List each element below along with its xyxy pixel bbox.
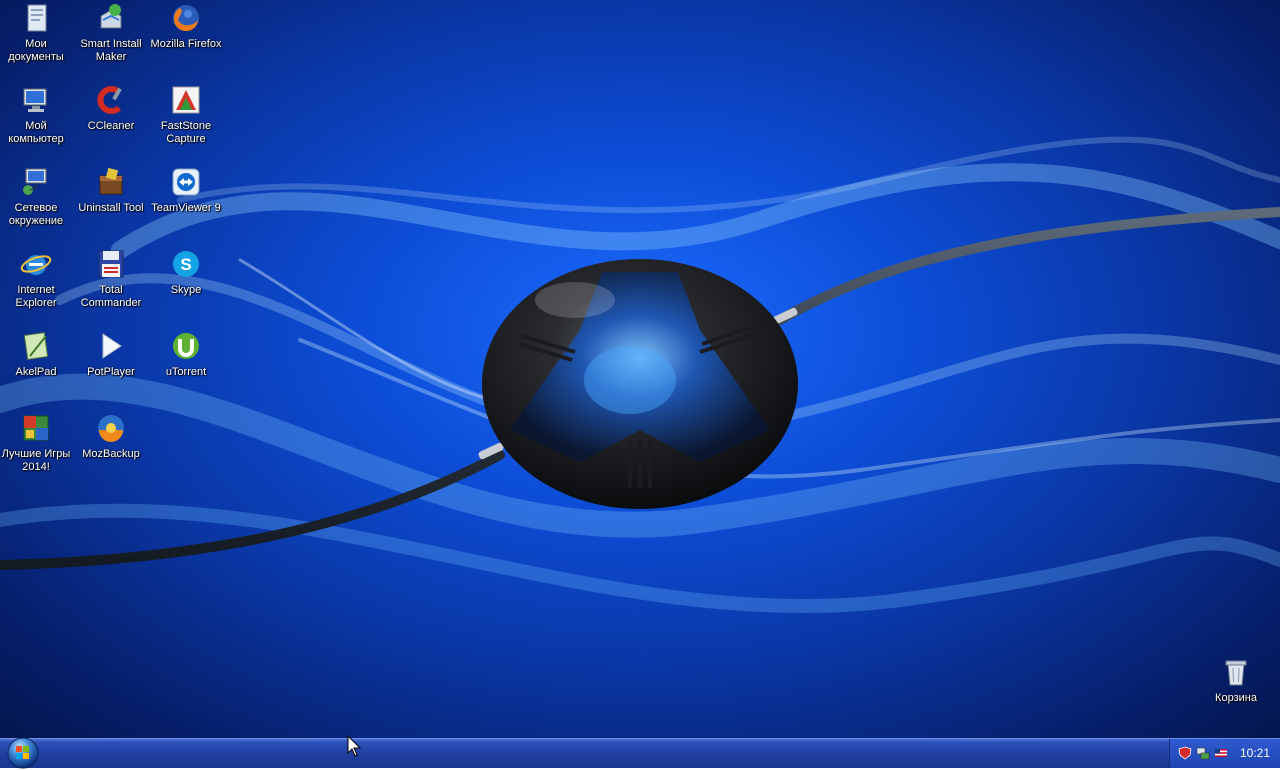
play-icon bbox=[102, 333, 122, 359]
flag-icon[interactable] bbox=[1214, 746, 1228, 760]
desktop-icon-ccleaner[interactable]: CCleaner bbox=[73, 84, 149, 133]
windows-orb-icon[interactable] bbox=[4, 736, 42, 770]
desktop-icon-network[interactable]: Сетевое окружение bbox=[0, 166, 74, 228]
faststone-icon bbox=[172, 86, 200, 114]
taskbar: 10:21 bbox=[0, 736, 1280, 770]
svg-text:S: S bbox=[180, 255, 191, 274]
teamviewer-icon bbox=[172, 168, 200, 196]
desktop-icon-my-documents[interactable]: Мои документы bbox=[0, 2, 74, 64]
games-icon bbox=[23, 415, 49, 441]
system-tray: 10:21 bbox=[1169, 739, 1280, 768]
desktop-icon-uninstall-tool[interactable]: Uninstall Tool bbox=[73, 166, 149, 215]
desktop-icon-faststone-capture[interactable]: FastStone Capture bbox=[148, 84, 224, 146]
desktop-icon-mozbackup[interactable]: MozBackup bbox=[73, 412, 149, 461]
desktop-icon-internet-explorer[interactable]: Internet Explorer bbox=[0, 248, 74, 310]
floppy-icon bbox=[98, 250, 124, 278]
skype-icon: S bbox=[173, 251, 199, 277]
desktop-icon-akelpad[interactable]: AkelPad bbox=[0, 330, 74, 379]
desktop-icon-best-games[interactable]: Лучшие Игры 2014! bbox=[0, 412, 74, 474]
mouse-cursor-icon bbox=[347, 735, 361, 757]
computer-icon bbox=[23, 88, 47, 112]
network-icon bbox=[23, 168, 47, 195]
shield-icon[interactable] bbox=[1178, 746, 1192, 760]
desktop[interactable]: Мои документы Smart Install Maker Mozill… bbox=[0, 0, 1280, 738]
desktop-icon-skype[interactable]: S Skype bbox=[148, 248, 224, 297]
network-tray-icon[interactable] bbox=[1196, 746, 1210, 760]
mozbackup-icon bbox=[98, 415, 124, 442]
ccleaner-icon bbox=[97, 86, 122, 114]
uninstall-icon bbox=[99, 167, 123, 195]
folder-documents-icon bbox=[27, 4, 47, 32]
desktop-icon-recycle-bin[interactable]: Корзина bbox=[1198, 656, 1274, 705]
recycle-bin-icon bbox=[1225, 660, 1247, 686]
clock[interactable]: 10:21 bbox=[1240, 746, 1270, 760]
notepad-icon bbox=[23, 332, 49, 360]
desktop-icon-potplayer[interactable]: PotPlayer bbox=[73, 330, 149, 379]
desktop-icon-smart-install-maker[interactable]: Smart Install Maker bbox=[73, 2, 149, 64]
desktop-icon-total-commander[interactable]: Total Commander bbox=[73, 248, 149, 310]
desktop-icon-mozilla-firefox[interactable]: Mozilla Firefox bbox=[148, 2, 224, 51]
ie-icon bbox=[20, 255, 52, 275]
desktop-icon-teamviewer[interactable]: TeamViewer 9 bbox=[148, 166, 224, 215]
desktop-icon-my-computer[interactable]: Мой компьютер bbox=[0, 84, 74, 146]
firefox-icon bbox=[173, 5, 199, 32]
utorrent-icon bbox=[173, 333, 199, 359]
desktop-icon-utorrent[interactable]: uTorrent bbox=[148, 330, 224, 379]
installer-icon bbox=[100, 4, 122, 29]
